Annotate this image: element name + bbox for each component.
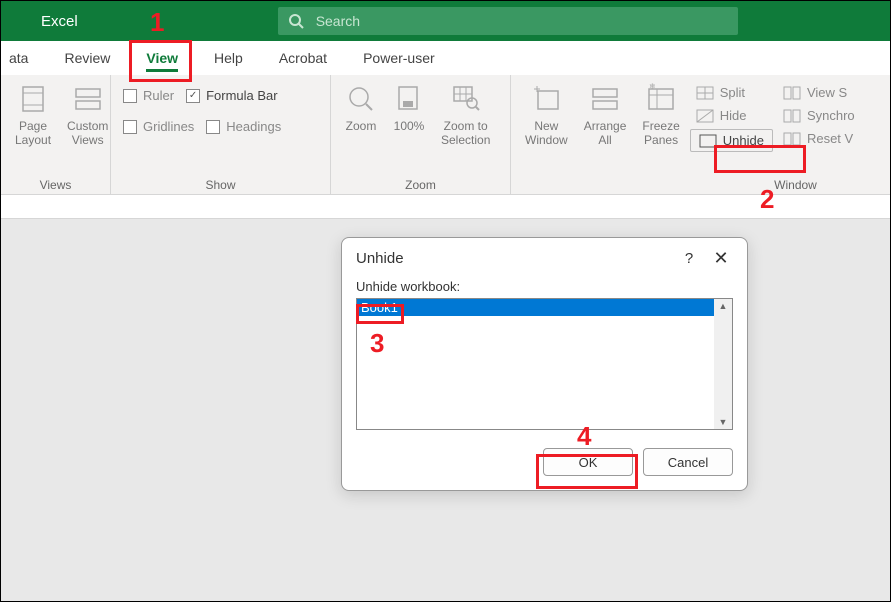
dialog-label: Unhide workbook:	[356, 279, 733, 294]
page-layout-icon	[17, 83, 49, 115]
new-window-icon	[530, 83, 562, 115]
ok-button[interactable]: OK	[543, 448, 633, 476]
split-icon	[696, 86, 714, 100]
unhide-button[interactable]: Unhide	[690, 129, 773, 152]
ribbon: Page Layout Custom Views Views Ruler ✓Fo…	[1, 75, 890, 195]
formula-bar-checkbox[interactable]: ✓Formula Bar	[180, 85, 284, 106]
group-label-views: Views	[7, 176, 104, 194]
zoom-icon	[345, 83, 377, 115]
reset-icon	[783, 132, 801, 146]
search-box[interactable]	[278, 7, 738, 35]
view-side-icon	[783, 86, 801, 100]
arrange-all-button[interactable]: Arrange All	[576, 79, 635, 151]
freeze-panes-icon: ❄	[645, 83, 677, 115]
tab-review[interactable]: Review	[46, 41, 128, 74]
checkbox-checked-icon: ✓	[186, 89, 200, 103]
tab-acrobat[interactable]: Acrobat	[261, 41, 345, 74]
formula-bar[interactable]	[1, 195, 890, 219]
ribbon-tabs: ata Review View Help Acrobat Power-user	[1, 41, 890, 75]
tab-help[interactable]: Help	[196, 41, 261, 74]
synchronous-button[interactable]: Synchro	[777, 106, 861, 125]
workbook-listbox[interactable]: Book1 ▲ ▼	[356, 298, 733, 430]
svg-text:❄: ❄	[649, 83, 656, 91]
zoom-selection-icon	[450, 83, 482, 115]
scrollbar[interactable]: ▲ ▼	[714, 299, 732, 429]
dialog-title: Unhide	[356, 250, 677, 267]
page-layout-button[interactable]: Page Layout	[7, 79, 59, 151]
group-label-zoom: Zoom	[337, 176, 504, 194]
reset-window-button[interactable]: Reset V	[777, 129, 861, 148]
search-input[interactable]	[316, 13, 728, 29]
zoom-button[interactable]: Zoom	[337, 79, 385, 137]
hide-icon	[696, 109, 714, 123]
checkbox-icon	[206, 120, 220, 134]
new-window-button[interactable]: New Window	[517, 79, 576, 151]
zoom-100-icon	[393, 83, 425, 115]
titlebar: Excel	[1, 1, 890, 41]
scroll-up-icon[interactable]: ▲	[719, 301, 728, 311]
custom-views-button[interactable]: Custom Views	[59, 79, 116, 151]
tab-data[interactable]: ata	[1, 41, 46, 74]
list-item[interactable]: Book1	[357, 299, 714, 316]
scroll-down-icon[interactable]: ▼	[719, 417, 728, 427]
freeze-panes-button[interactable]: ❄ Freeze Panes	[634, 79, 687, 151]
zoom-to-selection-button[interactable]: Zoom to Selection	[433, 79, 498, 151]
tab-view[interactable]: View	[128, 41, 196, 74]
gridlines-checkbox[interactable]: Gridlines	[117, 116, 200, 137]
arrange-all-icon	[589, 83, 621, 115]
checkbox-icon	[123, 120, 137, 134]
checkbox-icon	[123, 89, 137, 103]
dialog-close-button[interactable]: ✕	[709, 248, 733, 269]
tab-poweruser[interactable]: Power-user	[345, 41, 453, 74]
group-label-window: Window	[517, 176, 884, 194]
custom-views-icon	[72, 83, 104, 115]
unhide-dialog: Unhide ? ✕ Unhide workbook: Book1 ▲ ▼ OK…	[341, 237, 748, 491]
view-side-button[interactable]: View S	[777, 83, 861, 102]
dialog-help-button[interactable]: ?	[677, 250, 701, 267]
cancel-button[interactable]: Cancel	[643, 448, 733, 476]
ruler-checkbox[interactable]: Ruler	[117, 85, 180, 106]
search-icon	[288, 13, 304, 29]
zoom-100-button[interactable]: 100%	[385, 79, 433, 137]
app-name: Excel	[41, 13, 78, 30]
group-label-show: Show	[117, 176, 324, 194]
unhide-icon	[699, 134, 717, 148]
sync-icon	[783, 109, 801, 123]
split-button[interactable]: Split	[690, 83, 773, 102]
headings-checkbox[interactable]: Headings	[200, 116, 287, 137]
hide-button[interactable]: Hide	[690, 106, 773, 125]
